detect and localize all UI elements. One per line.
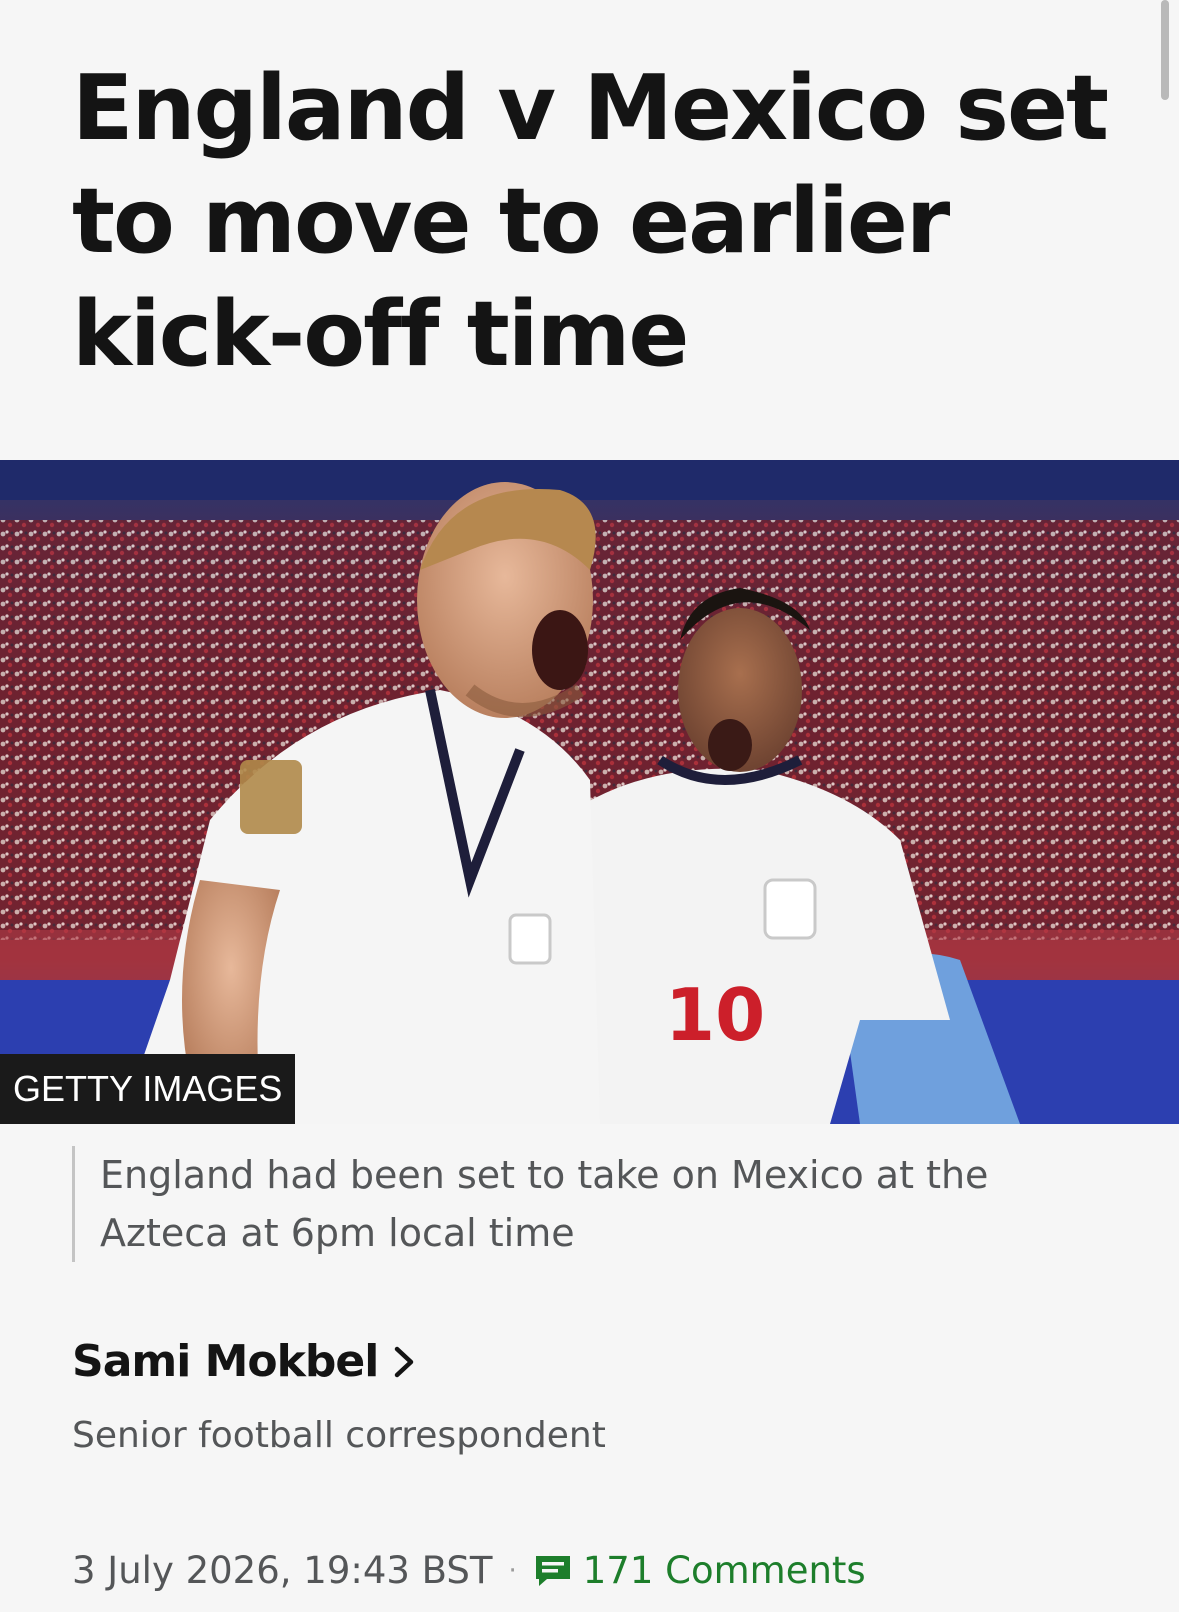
chevron-right-icon <box>395 1346 414 1378</box>
hero-photo-illustration: 10 <box>0 460 1179 1124</box>
shirt-number: 10 <box>665 973 765 1057</box>
page-scrollbar[interactable] <box>1161 0 1169 100</box>
publish-timestamp: 3 July 2026, 19:43 BST <box>72 1549 493 1592</box>
hero-image: 10 GETTY IMAGES <box>0 460 1179 1124</box>
article-headline: England v Mexico set to move to earlier … <box>72 56 1109 387</box>
comments-count: 171 Comments <box>582 1549 866 1592</box>
meta-separator: · <box>508 1556 517 1586</box>
comments-link[interactable]: 171 Comments <box>533 1542 866 1600</box>
image-caption: England had been set to take on Mexico a… <box>72 1146 1082 1262</box>
author-role: Senior football correspondent <box>72 1415 606 1456</box>
author-name: Sami Mokbel <box>72 1336 379 1387</box>
image-credit: GETTY IMAGES <box>0 1054 296 1124</box>
article-meta: 3 July 2026, 19:43 BST · 171 Comments <box>72 1542 866 1600</box>
comment-icon <box>535 1556 570 1586</box>
author-link[interactable]: Sami Mokbel <box>72 1332 416 1392</box>
